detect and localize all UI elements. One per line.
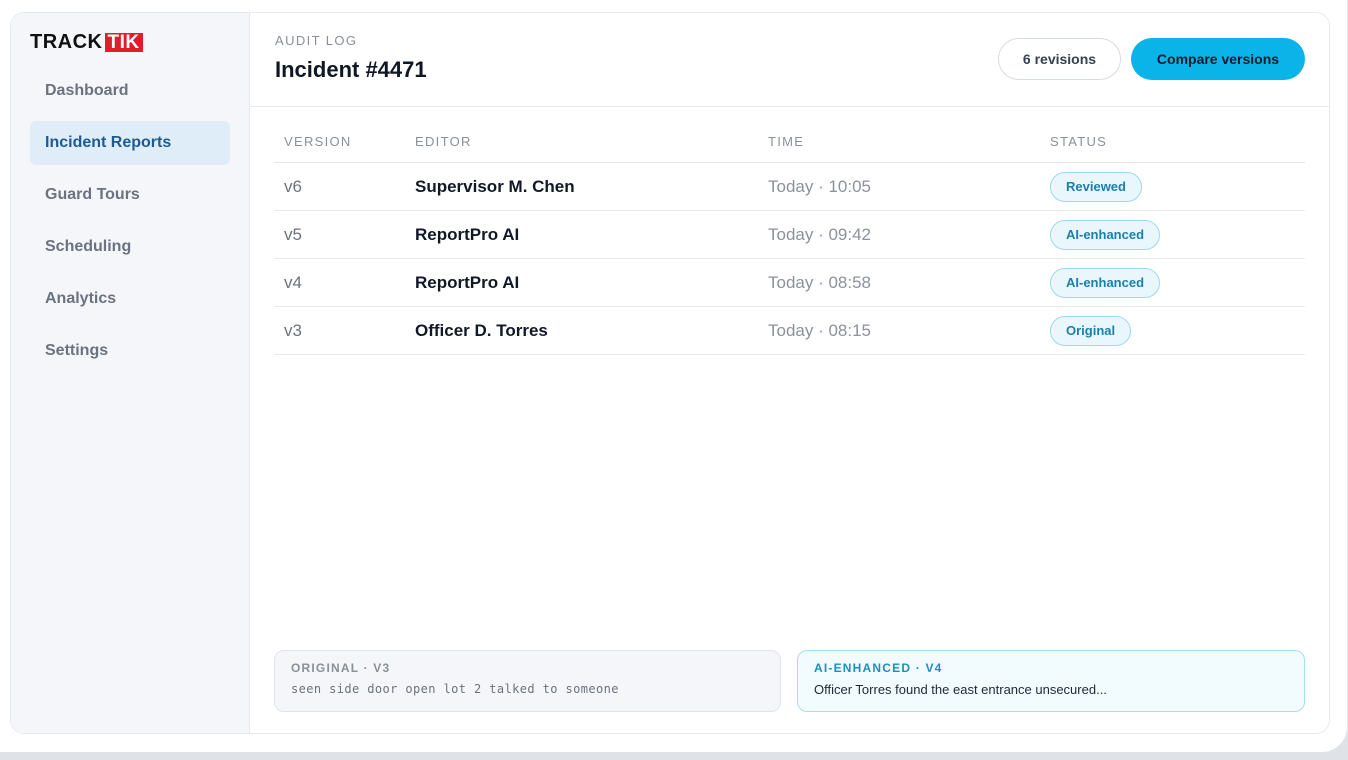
ai-enhanced-card-text: Officer Torres found the east entrance u… [814,682,1107,697]
time-cell: Today · 08:15 [768,320,872,340]
version-cell: v4 [284,272,302,292]
column-header-time: TIME [768,134,805,149]
table-header-row: VERSION EDITOR TIME STATUS [274,121,1305,163]
table-row[interactable]: v5 ReportPro AI Today · 09:42 AI-enhance… [274,211,1305,259]
sidebar-item-dashboard[interactable]: Dashboard [30,69,230,113]
table-row[interactable]: v4 ReportPro AI Today · 08:58 AI-enhance… [274,259,1305,307]
time-cell: Today · 09:42 [768,224,872,244]
time-cell: Today · 10:05 [768,176,872,196]
status-cell: AI-enhanced [1050,267,1305,298]
page-eyebrow: AUDIT LOG [275,33,358,48]
logo-text-tik: TIK [104,32,143,52]
column-header-version: VERSION [284,134,352,149]
editor-cell: ReportPro AI [415,224,520,244]
version-cell: v3 [284,320,302,340]
window-frame: TRACK TIK Dashboard Incident Reports Gua… [0,0,1348,752]
status-cell: AI-enhanced [1050,219,1305,250]
editor-cell: ReportPro AI [415,272,520,292]
sidebar-item-settings[interactable]: Settings [30,329,230,373]
table-row[interactable]: v3 Officer D. Torres Today · 08:15 Origi… [274,307,1305,355]
status-badge: Reviewed [1050,171,1142,202]
page-title: Incident #4471 [275,57,427,82]
page-header: AUDIT LOG Incident #4471 6 revisions Com… [250,13,1329,107]
revisions-button[interactable]: 6 revisions [998,38,1121,80]
original-card-label: ORIGINAL · V3 [291,661,391,675]
status-cell: Reviewed [1050,171,1305,202]
sidebar-item-scheduling[interactable]: Scheduling [30,225,230,269]
logo-text-track: TRACK [30,31,103,53]
ai-enhanced-version-card[interactable]: AI-ENHANCED · V4 Officer Torres found th… [797,650,1305,712]
sidebar-nav: Dashboard Incident Reports Guard Tours S… [30,69,230,381]
status-badge: AI-enhanced [1050,219,1161,250]
sidebar-item-analytics[interactable]: Analytics [30,277,230,321]
compare-versions-button[interactable]: Compare versions [1131,38,1305,80]
status-badge: Original [1050,315,1132,346]
editor-cell: Supervisor M. Chen [415,176,575,196]
sidebar: TRACK TIK Dashboard Incident Reports Gua… [11,13,250,733]
table-row[interactable]: v6 Supervisor M. Chen Today · 10:05 Revi… [274,163,1305,211]
original-version-card[interactable]: ORIGINAL · V3 seen side door open lot 2 … [274,650,781,712]
version-cell: v6 [284,176,302,196]
version-cell: v5 [284,224,302,244]
original-card-text: seen side door open lot 2 talked to some… [291,682,619,696]
editor-cell: Officer D. Torres [415,320,548,340]
app-container: TRACK TIK Dashboard Incident Reports Gua… [10,12,1330,734]
status-badge: AI-enhanced [1050,267,1161,298]
sidebar-item-incident-reports[interactable]: Incident Reports [30,121,230,165]
revision-table: VERSION EDITOR TIME STATUS v6 Supervisor… [274,121,1305,355]
main-content: AUDIT LOG Incident #4471 6 revisions Com… [250,13,1329,733]
tracktik-logo[interactable]: TRACK TIK [30,31,143,53]
time-cell: Today · 08:58 [768,272,872,292]
sidebar-item-guard-tours[interactable]: Guard Tours [30,173,230,217]
status-cell: Original [1050,315,1305,346]
column-header-status: STATUS [1050,134,1108,149]
column-header-editor: EDITOR [415,134,472,149]
ai-enhanced-card-label: AI-ENHANCED · V4 [814,661,943,675]
